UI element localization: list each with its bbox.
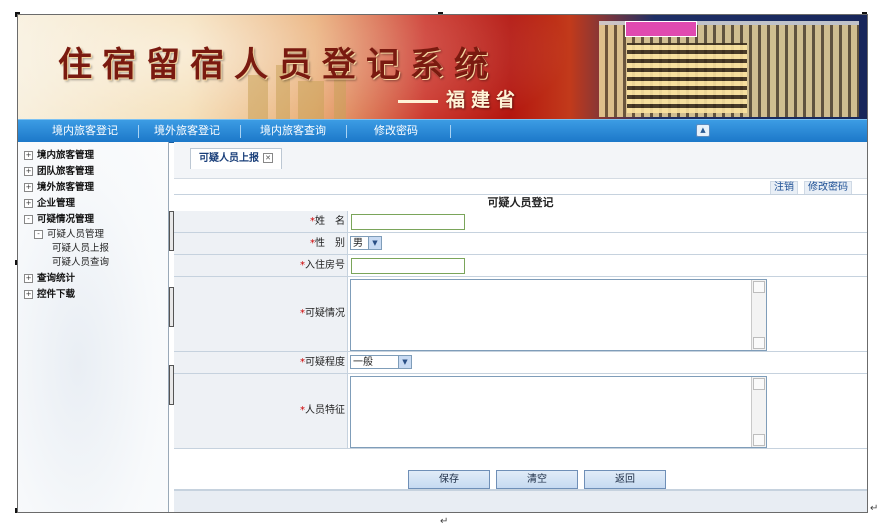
tree-item-foreign[interactable]: + 境外旅客管理 [24,182,94,194]
main-content: 可疑人员上报 ✕ 注销 修改密码 可疑人员登记 *姓 名 *性 别 男 ▼ *入住房… [174,142,867,512]
form-buttons: 保存 清空 返回 [174,467,867,490]
expand-icon[interactable]: + [24,290,33,299]
form-row-situation: *可疑情况 [174,277,867,352]
tree-item-domestic[interactable]: + 境内旅客管理 [24,150,94,162]
tab-bar: 可疑人员上报 ✕ [174,142,867,179]
hotel-building-image [627,43,747,113]
expand-icon[interactable]: + [24,274,33,283]
expand-icon[interactable]: + [24,151,33,160]
logout-link[interactable]: 注销 [770,181,798,195]
expand-icon[interactable]: + [24,167,33,176]
tab-suspicious-report[interactable]: 可疑人员上报 ✕ [190,148,282,169]
tree-item-group[interactable]: + 团队旅客管理 [24,166,94,178]
collapse-icon[interactable]: - [34,230,43,239]
app-window: 住宿留宿人员登记系统 福建省 境内旅客登记 境外旅客登记 境内旅客查询 修改密码… [17,14,868,513]
name-input[interactable] [351,214,465,230]
form-row-gender: *性 别 男 ▼ [174,233,867,255]
name-label: 姓 名 [315,216,345,227]
expand-icon[interactable]: + [24,199,33,208]
room-number-input[interactable] [351,258,465,274]
tree-item-query[interactable]: 可疑人员查询 [52,257,109,269]
degree-select[interactable]: 一般 ▼ [350,355,412,369]
header-banner: 住宿留宿人员登记系统 福建省 [18,15,867,119]
footer-bar [174,490,867,512]
tree-item-suspicious-people[interactable]: - 可疑人员管理 [34,229,104,241]
situation-label: 可疑情况 [305,308,345,319]
vertical-scrollbar[interactable] [751,280,766,350]
room-label: 入住房号 [305,260,345,271]
system-title: 住宿留宿人员登记系统 [58,45,498,85]
neon-sign [625,21,697,37]
tree-item-enterprise[interactable]: + 企业管理 [24,198,75,210]
gender-label: 性 别 [315,238,345,249]
tree-item-statistics[interactable]: + 查询统计 [24,273,75,285]
tree-item-suspicious[interactable]: - 可疑情况管理 [24,214,94,226]
features-label: 人员特征 [305,405,345,416]
province-subtitle: 福建省 [398,85,521,112]
form-row-degree: *可疑程度 一般 ▼ [174,352,867,374]
nav-change-password[interactable]: 修改密码 [374,124,418,138]
sidebar-tree: + 境内旅客管理 + 团队旅客管理 + 境外旅客管理 + 企业管理 - 可疑情况管理 -可… [18,142,169,512]
tree-item-download[interactable]: + 控件下载 [24,289,75,301]
back-button[interactable]: 返回 [584,470,666,489]
collapse-header-icon[interactable]: ▲ [696,124,710,137]
form-row-name: *姓 名 [174,211,867,233]
nav-foreign-registration[interactable]: 境外旅客登记 [154,124,220,138]
chevron-down-icon[interactable]: ▼ [398,356,411,368]
expand-icon[interactable]: + [24,183,33,192]
vertical-scrollbar[interactable] [751,377,766,447]
form-title: 可疑人员登记 [174,194,867,212]
features-textarea[interactable] [350,376,767,448]
toolbar: 注销 修改密码 [174,179,867,195]
tree-item-report[interactable]: 可疑人员上报 [52,243,109,255]
close-icon[interactable]: ✕ [263,153,273,163]
nav-domestic-query[interactable]: 境内旅客查询 [260,124,326,138]
clear-button[interactable]: 清空 [496,470,578,489]
gender-select[interactable]: 男 ▼ [350,236,382,250]
form-row-room: *入住房号 [174,255,867,277]
form-row-features: *人员特征 [174,374,867,449]
degree-label: 可疑程度 [305,357,345,368]
paragraph-mark-icon: ↵ [440,516,449,527]
top-nav: 境内旅客登记 境外旅客登记 境内旅客查询 修改密码 ▲ [18,119,867,143]
save-button[interactable]: 保存 [408,470,490,489]
situation-textarea[interactable] [350,279,767,351]
collapse-icon[interactable]: - [24,215,33,224]
change-password-link[interactable]: 修改密码 [804,181,852,195]
nav-domestic-registration[interactable]: 境内旅客登记 [52,124,118,138]
paragraph-mark-icon: ↵ [870,503,879,514]
chevron-down-icon[interactable]: ▼ [368,237,381,249]
